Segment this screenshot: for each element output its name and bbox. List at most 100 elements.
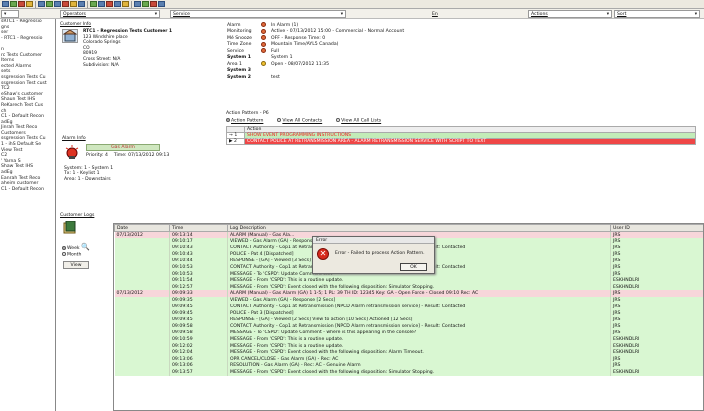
alarm-time: 07/13/2012 09:13 — [128, 153, 170, 158]
toolbar-separator — [87, 0, 88, 8]
map-icon[interactable] — [150, 1, 157, 7]
chevron-down-icon: ▾ — [340, 11, 343, 17]
status-table: Alarm In Alarm (1) Monitoring Active - 07/1… — [226, 22, 405, 81]
customer-info-panel: Customer Info RTC1 - Regression Tests Cu… — [60, 22, 200, 112]
sort-label: Sort — [617, 11, 627, 17]
filter-bar: ▾ Operators ▾ Service ▾ En Actions ▾ Sort ▾ — [0, 9, 704, 19]
table-row[interactable]: 09:13:57 MESSAGE - From 'CSPD': Event clo… — [114, 368, 703, 376]
area-value: 1 - Downstairs — [77, 176, 111, 182]
alarm-info-title: Alarm Info — [62, 136, 86, 141]
back-icon[interactable] — [90, 1, 97, 7]
alert-icon — [261, 41, 266, 47]
status-value: Active - 07/13/2012 15:00 - Commercial -… — [271, 29, 405, 35]
arrow-right-icon: → — [229, 132, 233, 138]
action-pattern-title: Action Pattern - P6 — [226, 111, 269, 116]
error-dialog: Error ✕ Error - Failed to process Action… — [312, 236, 435, 274]
customer-name: RTC1 - Regression Tests Customer 1 — [83, 29, 173, 34]
arrow-right-icon: ▶ — [229, 138, 233, 144]
status-panel: Alarm In Alarm (1) Monitoring Active - 07/1… — [226, 22, 618, 110]
signal-icon[interactable] — [54, 1, 61, 7]
log-column-header[interactable]: Date — [114, 224, 170, 232]
call-icon[interactable] — [62, 1, 69, 7]
error-message: Error - Failed to process Action Pattern… — [335, 251, 425, 256]
priority-value: 4 — [105, 153, 108, 158]
log-cell-date — [114, 368, 170, 376]
log-column-header[interactable]: User ID — [610, 224, 703, 232]
week-radio[interactable]: Week 🔍 — [62, 244, 90, 252]
step-num: 1 — [234, 132, 238, 138]
action-pattern-option[interactable]: Action Pattern — [226, 118, 263, 124]
actions-label: Actions — [531, 11, 548, 17]
small-dropdown[interactable]: ▾ — [1, 10, 19, 18]
operators-label: Operators — [63, 11, 86, 17]
caution-icon — [261, 61, 266, 67]
operators-dropdown[interactable]: Operators ▾ — [60, 10, 160, 18]
tx-value: 1 - Keylist 1 — [72, 171, 100, 177]
tool-icon[interactable] — [98, 1, 105, 7]
customer-tree-sidebar: sRTC1 - Regressio gns ser - RTC1 - Regressi… — [0, 19, 56, 411]
sidebar-tree-item[interactable]: C1 - Default Recon — [0, 187, 55, 193]
ok-button[interactable]: OK — [400, 263, 427, 271]
alert-icon — [261, 22, 266, 28]
refresh-icon[interactable] — [26, 1, 33, 7]
error-dialog-title: Error — [313, 237, 434, 244]
alert-icon — [261, 28, 266, 34]
customer-building-icon — [62, 29, 78, 43]
customer-logs-title: Customer Logs — [60, 213, 95, 218]
step-num: 2 — [234, 138, 237, 144]
action-pattern-option[interactable]: View All Call Lists — [336, 118, 381, 124]
save-icon[interactable] — [10, 1, 17, 7]
radio-indicator — [277, 118, 282, 122]
action-pattern-options: Action Pattern View All Contacts View All … — [226, 118, 696, 124]
toolbar-separator — [131, 0, 132, 8]
forward-icon[interactable] — [78, 1, 85, 7]
service-dropdown[interactable]: Service ▾ — [170, 10, 346, 18]
radio-indicator — [226, 118, 230, 122]
en-label: En — [432, 11, 438, 17]
globe-icon[interactable] — [106, 1, 113, 7]
error-icon: ✕ — [317, 248, 329, 260]
search-icon[interactable] — [38, 1, 45, 7]
alarm-type-badge: Gas Alarm — [86, 144, 160, 151]
chevron-down-icon: ▾ — [694, 11, 697, 17]
chart-icon[interactable] — [114, 1, 121, 7]
action-row[interactable]: ▶ 2 CONTACT POLICE AT RETRANSMISSION AREA… — [226, 137, 696, 145]
logbook-icon — [63, 220, 77, 234]
cancel-icon[interactable] — [70, 1, 77, 7]
option-label: View All Call Lists — [341, 118, 382, 124]
log-column-header[interactable]: Time — [169, 224, 228, 232]
month-radio[interactable]: Month — [62, 252, 90, 259]
chevron-down-icon: ▾ — [606, 11, 609, 17]
customer-subdivision: Subdivision: N/A — [83, 62, 119, 68]
print-icon[interactable] — [18, 1, 25, 7]
area-label: Area: — [64, 176, 77, 182]
siren-icon — [64, 144, 80, 160]
alert-icon — [261, 48, 266, 54]
priority-label: Priority: — [86, 153, 104, 158]
lock-icon[interactable] — [134, 1, 141, 7]
flag-icon[interactable] — [142, 1, 149, 7]
actions-dropdown[interactable]: Actions ▾ — [528, 10, 612, 18]
time-label: Time: — [113, 153, 127, 158]
action-pattern-panel: Action Pattern - P6 Action Pattern View A… — [226, 111, 696, 153]
grid-icon[interactable] — [158, 1, 165, 7]
customer-logs-controls: Customer Logs Week 🔍 Month View — [60, 213, 112, 273]
status-icon-cell — [260, 74, 270, 81]
view-button[interactable]: View — [63, 261, 89, 269]
help-icon[interactable] — [122, 1, 129, 7]
alert-icon — [261, 35, 266, 41]
log-column-header[interactable]: Log Description — [227, 224, 611, 232]
open-icon[interactable] — [2, 1, 9, 7]
log-cell-time: 09:13:57 — [169, 368, 228, 376]
month-label: Month — [67, 252, 82, 258]
chevron-down-icon: ▾ — [154, 11, 157, 17]
option-label: Action Pattern — [231, 118, 264, 124]
radio-month-indicator — [62, 252, 66, 256]
sort-dropdown[interactable]: Sort ▾ — [614, 10, 700, 18]
service-label: Service — [173, 11, 190, 17]
action-pattern-option[interactable]: View All Contacts — [277, 118, 322, 124]
radio-week-indicator — [62, 245, 66, 250]
alarm-icon[interactable] — [46, 1, 53, 7]
binoculars-icon[interactable]: 🔍 — [81, 243, 90, 251]
tx-label: Tx: — [64, 171, 72, 177]
